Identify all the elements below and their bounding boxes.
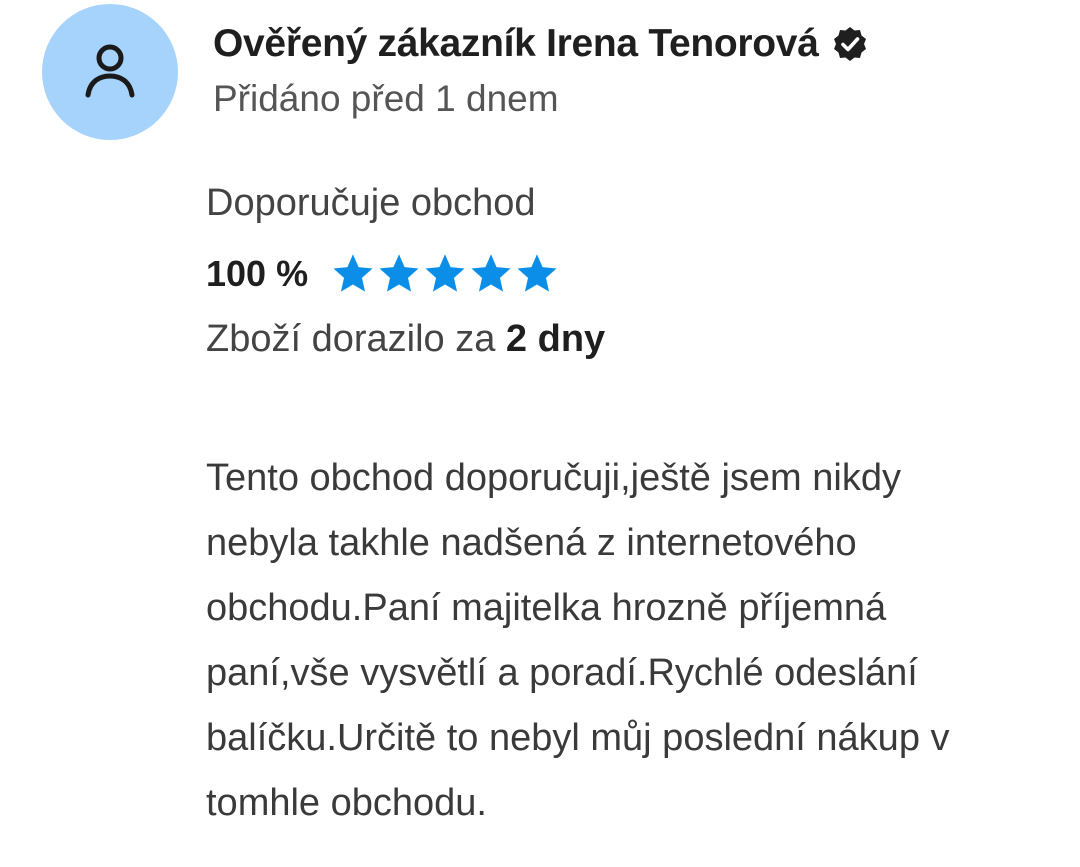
star-icon	[422, 252, 468, 296]
delivery-prefix: Zboží dorazilo za	[206, 318, 506, 360]
review-text-line: tomhle obchodu.	[206, 782, 487, 824]
author-name: Ověřený zákazník Irena Tenorová	[213, 22, 819, 65]
star-icon	[468, 252, 514, 296]
review-text-line: obchodu.Paní majitelka hrozně příjemná	[206, 587, 887, 629]
delivery-info: Zboží dorazilo za 2 dny	[206, 318, 605, 361]
delivery-value: 2 dny	[505, 318, 606, 360]
rating-percent: 100 %	[206, 253, 309, 294]
added-time: Přidáno před 1 dnem	[213, 78, 559, 119]
rating-row: 100 %	[206, 248, 560, 300]
check-circle-icon	[831, 25, 869, 63]
review-text-line: Tento obchod doporučuji,ještě jsem nikdy	[206, 457, 901, 499]
recommend-label: Doporučuje obchod	[206, 182, 536, 224]
avatar	[42, 4, 178, 140]
star-icon	[376, 252, 422, 296]
review-text-line: paní,vše vysvětlí a poradí.Rychlé odeslá…	[206, 652, 918, 694]
author-line: Ověřený zákazník Irena Tenorová	[213, 16, 869, 72]
review-text: Tento obchod doporučuji,ještě jsem nikdy…	[206, 446, 1046, 836]
star-icon	[330, 252, 376, 296]
review-text-line: nebyla takhle nadšená z internetového	[206, 522, 857, 564]
user-icon	[85, 44, 135, 98]
star-icon	[514, 252, 560, 296]
star-rating	[330, 252, 560, 296]
review-card: Ověřený zákazník Irena Tenorová Přidáno …	[0, 0, 1080, 867]
review-text-line: balíčku.Určitě to nebyl můj poslední nák…	[206, 717, 950, 759]
